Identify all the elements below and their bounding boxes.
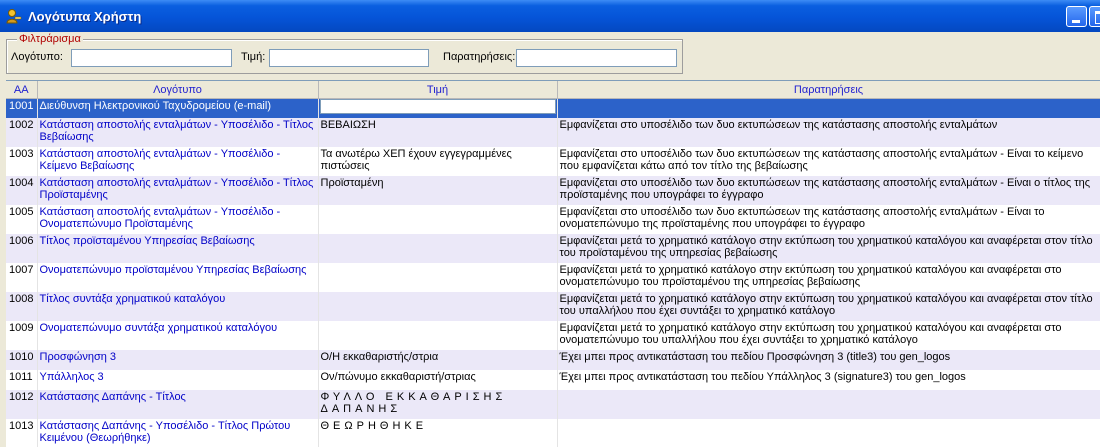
column-header-logo[interactable]: Λογότυπο: [37, 81, 319, 99]
row-logo: Κατάσταση αποστολής ενταλμάτων - Υποσέλι…: [37, 146, 319, 176]
row-value: [318, 320, 558, 350]
table-row[interactable]: 1009 Ονοματεπώνυμο συντάξα χρηματικού κα…: [6, 320, 1100, 350]
logo-filter-input[interactable]: [71, 49, 232, 67]
row-notes: Εμφανίζεται στο υποσέλιδο των δυο εκτυπώ…: [557, 204, 1100, 234]
row-aa: 1002: [6, 117, 38, 147]
logos-table: ΑΑ Λογότυπο Τιμή Παρατηρήσεις 1001 Διεύθ…: [6, 81, 1100, 447]
row-notes: Εμφανίζεται μετά το χρηματικό κατάλογο σ…: [557, 262, 1100, 292]
row-value: ΘΕΩΡΗΘΗΚΕ: [318, 418, 558, 447]
logos-grid[interactable]: ΑΑ Λογότυπο Τιμή Παρατηρήσεις 1001 Διεύθ…: [6, 80, 1100, 447]
row-aa: 1005: [6, 204, 38, 234]
table-row[interactable]: 1013 Κατάστασης Δαπάνης - Υποσέλιδο - Τί…: [6, 418, 1100, 447]
row-notes: Εμφανίζεται στο υποσέλιδο των δυο εκτυπώ…: [557, 175, 1100, 205]
row-value: Ο/Η εκκαθαριστής/στρια: [318, 349, 558, 370]
value-filter-input[interactable]: [269, 49, 429, 67]
title-bar[interactable]: Λογότυπα Χρήστη: [0, 0, 1100, 32]
table-row[interactable]: 1001 Διεύθυνση Ηλεκτρονικού Ταχυδρομείου…: [6, 98, 1100, 118]
row-logo: Τίτλος προϊσταμένου Υπηρεσίας Βεβαίωσης: [37, 233, 319, 263]
row-notes: Εμφανίζεται μετά το χρηματικό κατάλογο σ…: [557, 233, 1100, 263]
row-value: [318, 291, 558, 321]
table-row[interactable]: 1010 Προσφώνηση 3 Ο/Η εκκαθαριστής/στρια…: [6, 349, 1100, 370]
row-aa: 1011: [6, 369, 38, 390]
row-logo: Κατάσταση αποστολής ενταλμάτων - Υποσέλι…: [37, 175, 319, 205]
user-key-icon: [6, 9, 22, 24]
row-notes: Εμφανίζεται στο υποσέλιδο των δυο εκτυπώ…: [557, 146, 1100, 176]
row-logo: Διεύθυνση Ηλεκτρονικού Ταχυδρομείου (e-m…: [37, 98, 319, 118]
row-aa: 1006: [6, 233, 38, 263]
row-aa: 1009: [6, 320, 38, 350]
table-row[interactable]: 1002 Κατάσταση αποστολής ενταλμάτων - Υπ…: [6, 117, 1100, 147]
row-logo: Κατάστασης Δαπάνης - Υποσέλιδο - Τίτλος …: [37, 418, 319, 447]
row-value: Προϊσταμένη: [318, 175, 558, 205]
row-logo: Προσφώνηση 3: [37, 349, 319, 370]
notes-filter-input[interactable]: [516, 49, 677, 67]
notes-filter-label: Παρατηρήσεις:: [443, 51, 516, 63]
row-aa: 1001: [6, 98, 38, 118]
row-notes: Έχει μπει προς αντικατάσταση του πεδίου …: [557, 349, 1100, 370]
row-notes: [557, 389, 1100, 419]
row-aa: 1012: [6, 389, 38, 419]
row-value-editor[interactable]: [319, 99, 556, 114]
row-value: Ον/πώνυμο εκκαθαριστή/στριας: [318, 369, 558, 390]
column-header-aa[interactable]: ΑΑ: [6, 81, 38, 99]
row-value: ΒΕΒΑΙΩΣΗ: [318, 117, 558, 147]
column-header-notes[interactable]: Παρατηρήσεις: [557, 81, 1100, 99]
row-notes: Εμφανίζεται στο υποσέλιδο των δυο εκτυπώ…: [557, 117, 1100, 147]
row-aa: 1008: [6, 291, 38, 321]
filter-legend: Φιλτράρισμα: [17, 33, 83, 45]
row-value-cell[interactable]: [318, 98, 558, 118]
row-notes: Εμφανίζεται μετά το χρηματικό κατάλογο σ…: [557, 320, 1100, 350]
app-window: Λογότυπα Χρήστη Φιλτράρισμα Λογότυπο: Τι…: [0, 0, 1100, 447]
minimize-icon[interactable]: [1066, 6, 1087, 27]
row-notes: [557, 418, 1100, 447]
row-logo: Κατάσταση αποστολής ενταλμάτων - Υποσέλι…: [37, 204, 319, 234]
row-logo: Κατάστασης Δαπάνης - Τίτλος: [37, 389, 319, 419]
row-logo: Υπάλληλος 3: [37, 369, 319, 390]
row-value: Τα ανωτέρω ΧΕΠ έχουν εγγεγραμμένες πιστώ…: [318, 146, 558, 176]
table-header-row: ΑΑ Λογότυπο Τιμή Παρατηρήσεις: [6, 81, 1100, 99]
table-row[interactable]: 1004 Κατάσταση αποστολής ενταλμάτων - Υπ…: [6, 175, 1100, 205]
column-header-value[interactable]: Τιμή: [318, 81, 558, 99]
table-row[interactable]: 1012 Κατάστασης Δαπάνης - Τίτλος ΦΥΛΛΟ Ε…: [6, 389, 1100, 419]
row-notes: Εμφανίζεται μετά το χρηματικό κατάλογο σ…: [557, 291, 1100, 321]
table-row[interactable]: 1008 Τίτλος συντάξα χρηματικού καταλόγου…: [6, 291, 1100, 321]
row-notes: Έχει μπει προς αντικατάσταση του πεδίου …: [557, 369, 1100, 390]
row-notes: [557, 98, 1100, 118]
row-aa: 1010: [6, 349, 38, 370]
row-aa: 1007: [6, 262, 38, 292]
row-aa: 1004: [6, 175, 38, 205]
table-row[interactable]: 1003 Κατάσταση αποστολής ενταλμάτων - Υπ…: [6, 146, 1100, 176]
row-logo: Τίτλος συντάξα χρηματικού καταλόγου: [37, 291, 319, 321]
row-aa: 1013: [6, 418, 38, 447]
value-filter-label: Τιμή:: [241, 51, 266, 63]
table-row[interactable]: 1006 Τίτλος προϊσταμένου Υπηρεσίας Βεβαί…: [6, 233, 1100, 263]
row-logo: Κατάσταση αποστολής ενταλμάτων - Υποσέλι…: [37, 117, 319, 147]
row-logo: Ονοματεπώνυμο προϊσταμένου Υπηρεσίας Βεβ…: [37, 262, 319, 292]
window-title: Λογότυπα Χρήστη: [28, 9, 142, 24]
table-row[interactable]: 1007 Ονοματεπώνυμο προϊσταμένου Υπηρεσία…: [6, 262, 1100, 292]
table-row[interactable]: 1005 Κατάσταση αποστολής ενταλμάτων - Υπ…: [6, 204, 1100, 234]
logo-filter-label: Λογότυπο:: [11, 51, 63, 63]
table-row[interactable]: 1011 Υπάλληλος 3 Ον/πώνυμο εκκαθαριστή/σ…: [6, 369, 1100, 390]
row-value: [318, 262, 558, 292]
row-aa: 1003: [6, 146, 38, 176]
row-value: [318, 233, 558, 263]
row-value: [318, 204, 558, 234]
row-value: ΦΥΛΛΟ ΕΚΚΑΘΑΡΙΣΗΣ ΔΑΠΑΝΗΣ: [318, 389, 558, 419]
row-logo: Ονοματεπώνυμο συντάξα χρηματικού καταλόγ…: [37, 320, 319, 350]
maximize-icon[interactable]: [1089, 6, 1100, 27]
filter-group: Φιλτράρισμα Λογότυπο: Τιμή: Παρατηρήσεις…: [6, 33, 683, 74]
